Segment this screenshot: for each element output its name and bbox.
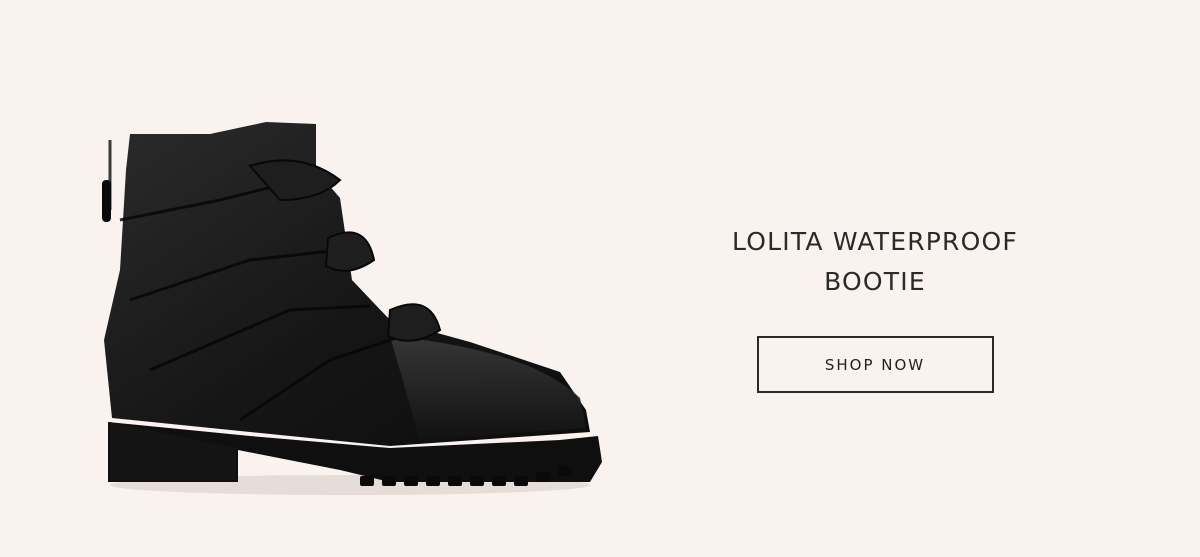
boot-illustration — [102, 122, 602, 495]
hero-banner: LOLITA WATERPROOF BOOTIE SHOP NOW — [0, 0, 1200, 557]
product-title-line-2: BOOTIE — [824, 267, 926, 296]
product-image[interactable] — [90, 110, 610, 500]
product-copy: LOLITA WATERPROOF BOOTIE SHOP NOW — [700, 222, 1050, 393]
product-title-line-1: LOLITA WATERPROOF — [732, 227, 1018, 256]
shop-now-button[interactable]: SHOP NOW — [756, 336, 994, 393]
product-title: LOLITA WATERPROOF BOOTIE — [700, 222, 1050, 302]
